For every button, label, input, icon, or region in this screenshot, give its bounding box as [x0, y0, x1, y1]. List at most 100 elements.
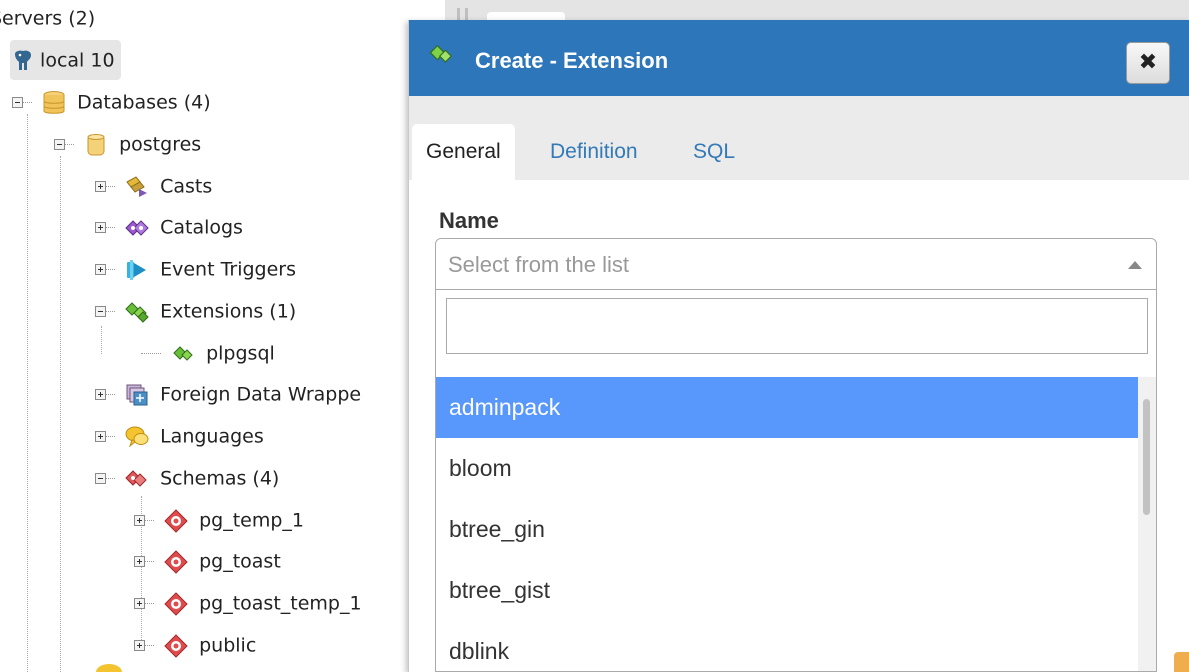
tree-connector [145, 561, 154, 562]
select-dropdown: adminpack bloom btree_gin btree_gist dbl… [435, 290, 1157, 672]
database-icon [83, 132, 109, 158]
tree-node-schema[interactable]: pg_temp_1 [134, 506, 304, 534]
expand-icon[interactable] [134, 598, 145, 609]
tab-definition[interactable]: Definition [550, 124, 638, 180]
partial-node-icon [96, 664, 122, 672]
tree-node-event-triggers[interactable]: Event Triggers [95, 255, 296, 283]
create-extension-dialog: Create - Extension ✖ General Definition … [408, 20, 1189, 672]
dialog-title-bar[interactable]: Create - Extension ✖ [409, 20, 1189, 96]
scrollbar-thumb[interactable] [1143, 399, 1150, 515]
tree-node-label: plpgsql [206, 342, 275, 365]
caret-up-icon[interactable] [1128, 261, 1142, 269]
catalogs-icon [124, 215, 150, 241]
tree-node-schema[interactable]: pg_toast_temp_1 [134, 589, 362, 617]
extension-icon [427, 40, 457, 70]
option-item[interactable]: bloom [436, 438, 1138, 499]
collapse-icon[interactable] [95, 473, 106, 484]
tree-connector [23, 102, 32, 103]
collapse-icon[interactable] [95, 306, 106, 317]
tree-node-plpgsql[interactable]: plpgsql [141, 339, 275, 367]
expand-icon[interactable] [95, 389, 106, 400]
name-select[interactable]: Select from the list [435, 238, 1157, 290]
options-list: adminpack bloom btree_gin btree_gist dbl… [436, 377, 1138, 671]
schemas-icon [124, 466, 150, 492]
option-item[interactable]: adminpack [436, 377, 1138, 438]
tree-node-postgres[interactable]: postgres [54, 130, 201, 158]
tree-node-label: Servers (2) [0, 7, 96, 30]
schema-icon [163, 508, 189, 534]
tree-guide-line [60, 156, 61, 672]
extensions-icon [124, 299, 150, 325]
close-button[interactable]: ✖ [1126, 42, 1170, 84]
tree-connector [106, 186, 115, 187]
tree-node-label: public [199, 634, 257, 657]
expand-icon[interactable] [95, 222, 106, 233]
tree-node-label: Casts [160, 175, 213, 198]
option-item[interactable]: dblink [436, 621, 1138, 671]
dropdown-scrollbar[interactable] [1138, 377, 1156, 671]
tree-node-label: Event Triggers [160, 258, 296, 281]
expand-icon[interactable] [95, 431, 106, 442]
tree-node-databases[interactable]: Databases (4) [12, 88, 211, 116]
select-placeholder: Select from the list [448, 252, 629, 277]
tree-node-foreign-data-wrappers[interactable]: Foreign Data Wrappe [95, 380, 361, 408]
dropdown-search-input[interactable] [446, 298, 1148, 354]
tab-general[interactable]: General [412, 124, 515, 180]
elephant-icon [10, 48, 32, 74]
expand-icon[interactable] [134, 556, 145, 567]
option-item[interactable]: btree_gin [436, 499, 1138, 560]
tree-node-label: Schemas (4) [160, 467, 280, 490]
event-triggers-icon [124, 257, 150, 283]
tree-node-server[interactable]: local 10 [10, 40, 121, 80]
tree-node-label: Catalogs [160, 216, 243, 239]
tree-node-label: Databases (4) [77, 91, 211, 114]
tree-guide-line [27, 114, 28, 672]
tree-node-casts[interactable]: Casts [95, 172, 212, 200]
tree-node-catalogs[interactable]: Catalogs [95, 213, 243, 241]
tree-node-schemas[interactable]: Schemas (4) [95, 464, 279, 492]
tree-connector [106, 269, 115, 270]
tree-guide-line [101, 326, 102, 354]
expand-icon[interactable] [134, 640, 145, 651]
tree-node-servers[interactable]: Servers (2) [0, 4, 95, 32]
tree-node-label: pg_toast_temp_1 [199, 592, 362, 615]
expand-icon[interactable] [95, 264, 106, 275]
tab-sql[interactable]: SQL [693, 124, 735, 180]
tree-node-label: pg_temp_1 [199, 509, 305, 532]
tree-connector [106, 227, 115, 228]
tree-connector [106, 311, 115, 312]
foreign-data-wrappers-icon [124, 382, 150, 408]
tree-connector [145, 645, 154, 646]
tree-connector [106, 478, 115, 479]
browser-tree: Servers (2) local 10 Databases (4) postg… [0, 0, 445, 672]
tree-node-label: postgres [119, 133, 202, 156]
tree-node-schema[interactable]: pg_toast [134, 547, 281, 575]
tree-node-label: Languages [160, 425, 264, 448]
schema-icon [163, 633, 189, 659]
collapse-icon[interactable] [54, 139, 65, 150]
tree-node-label: local 10 [40, 49, 115, 72]
tree-node-label: Extensions (1) [160, 300, 297, 323]
tree-node-schema[interactable]: public [134, 631, 256, 659]
footer-button[interactable] [1174, 652, 1189, 672]
collapse-icon[interactable] [12, 97, 23, 108]
databases-icon [41, 90, 67, 116]
general-tab-content: Name Select from the list adminpack bloo… [409, 180, 1189, 672]
languages-icon [124, 424, 150, 450]
option-item[interactable]: btree_gist [436, 560, 1138, 621]
dialog-tab-bar: General Definition SQL [409, 96, 1189, 180]
tree-connector [141, 353, 161, 354]
tree-node-label: pg_toast [199, 550, 281, 573]
tree-connector [145, 603, 154, 604]
schema-icon [163, 591, 189, 617]
extension-icon [170, 341, 196, 367]
name-label: Name [439, 208, 499, 233]
tree-connector [106, 436, 115, 437]
expand-icon[interactable] [95, 181, 106, 192]
tree-node-languages[interactable]: Languages [95, 422, 264, 450]
tree-connector [145, 520, 154, 521]
tree-node-extensions[interactable]: Extensions (1) [95, 297, 296, 325]
schema-icon [163, 549, 189, 575]
casts-icon [124, 174, 150, 200]
expand-icon[interactable] [134, 515, 145, 526]
